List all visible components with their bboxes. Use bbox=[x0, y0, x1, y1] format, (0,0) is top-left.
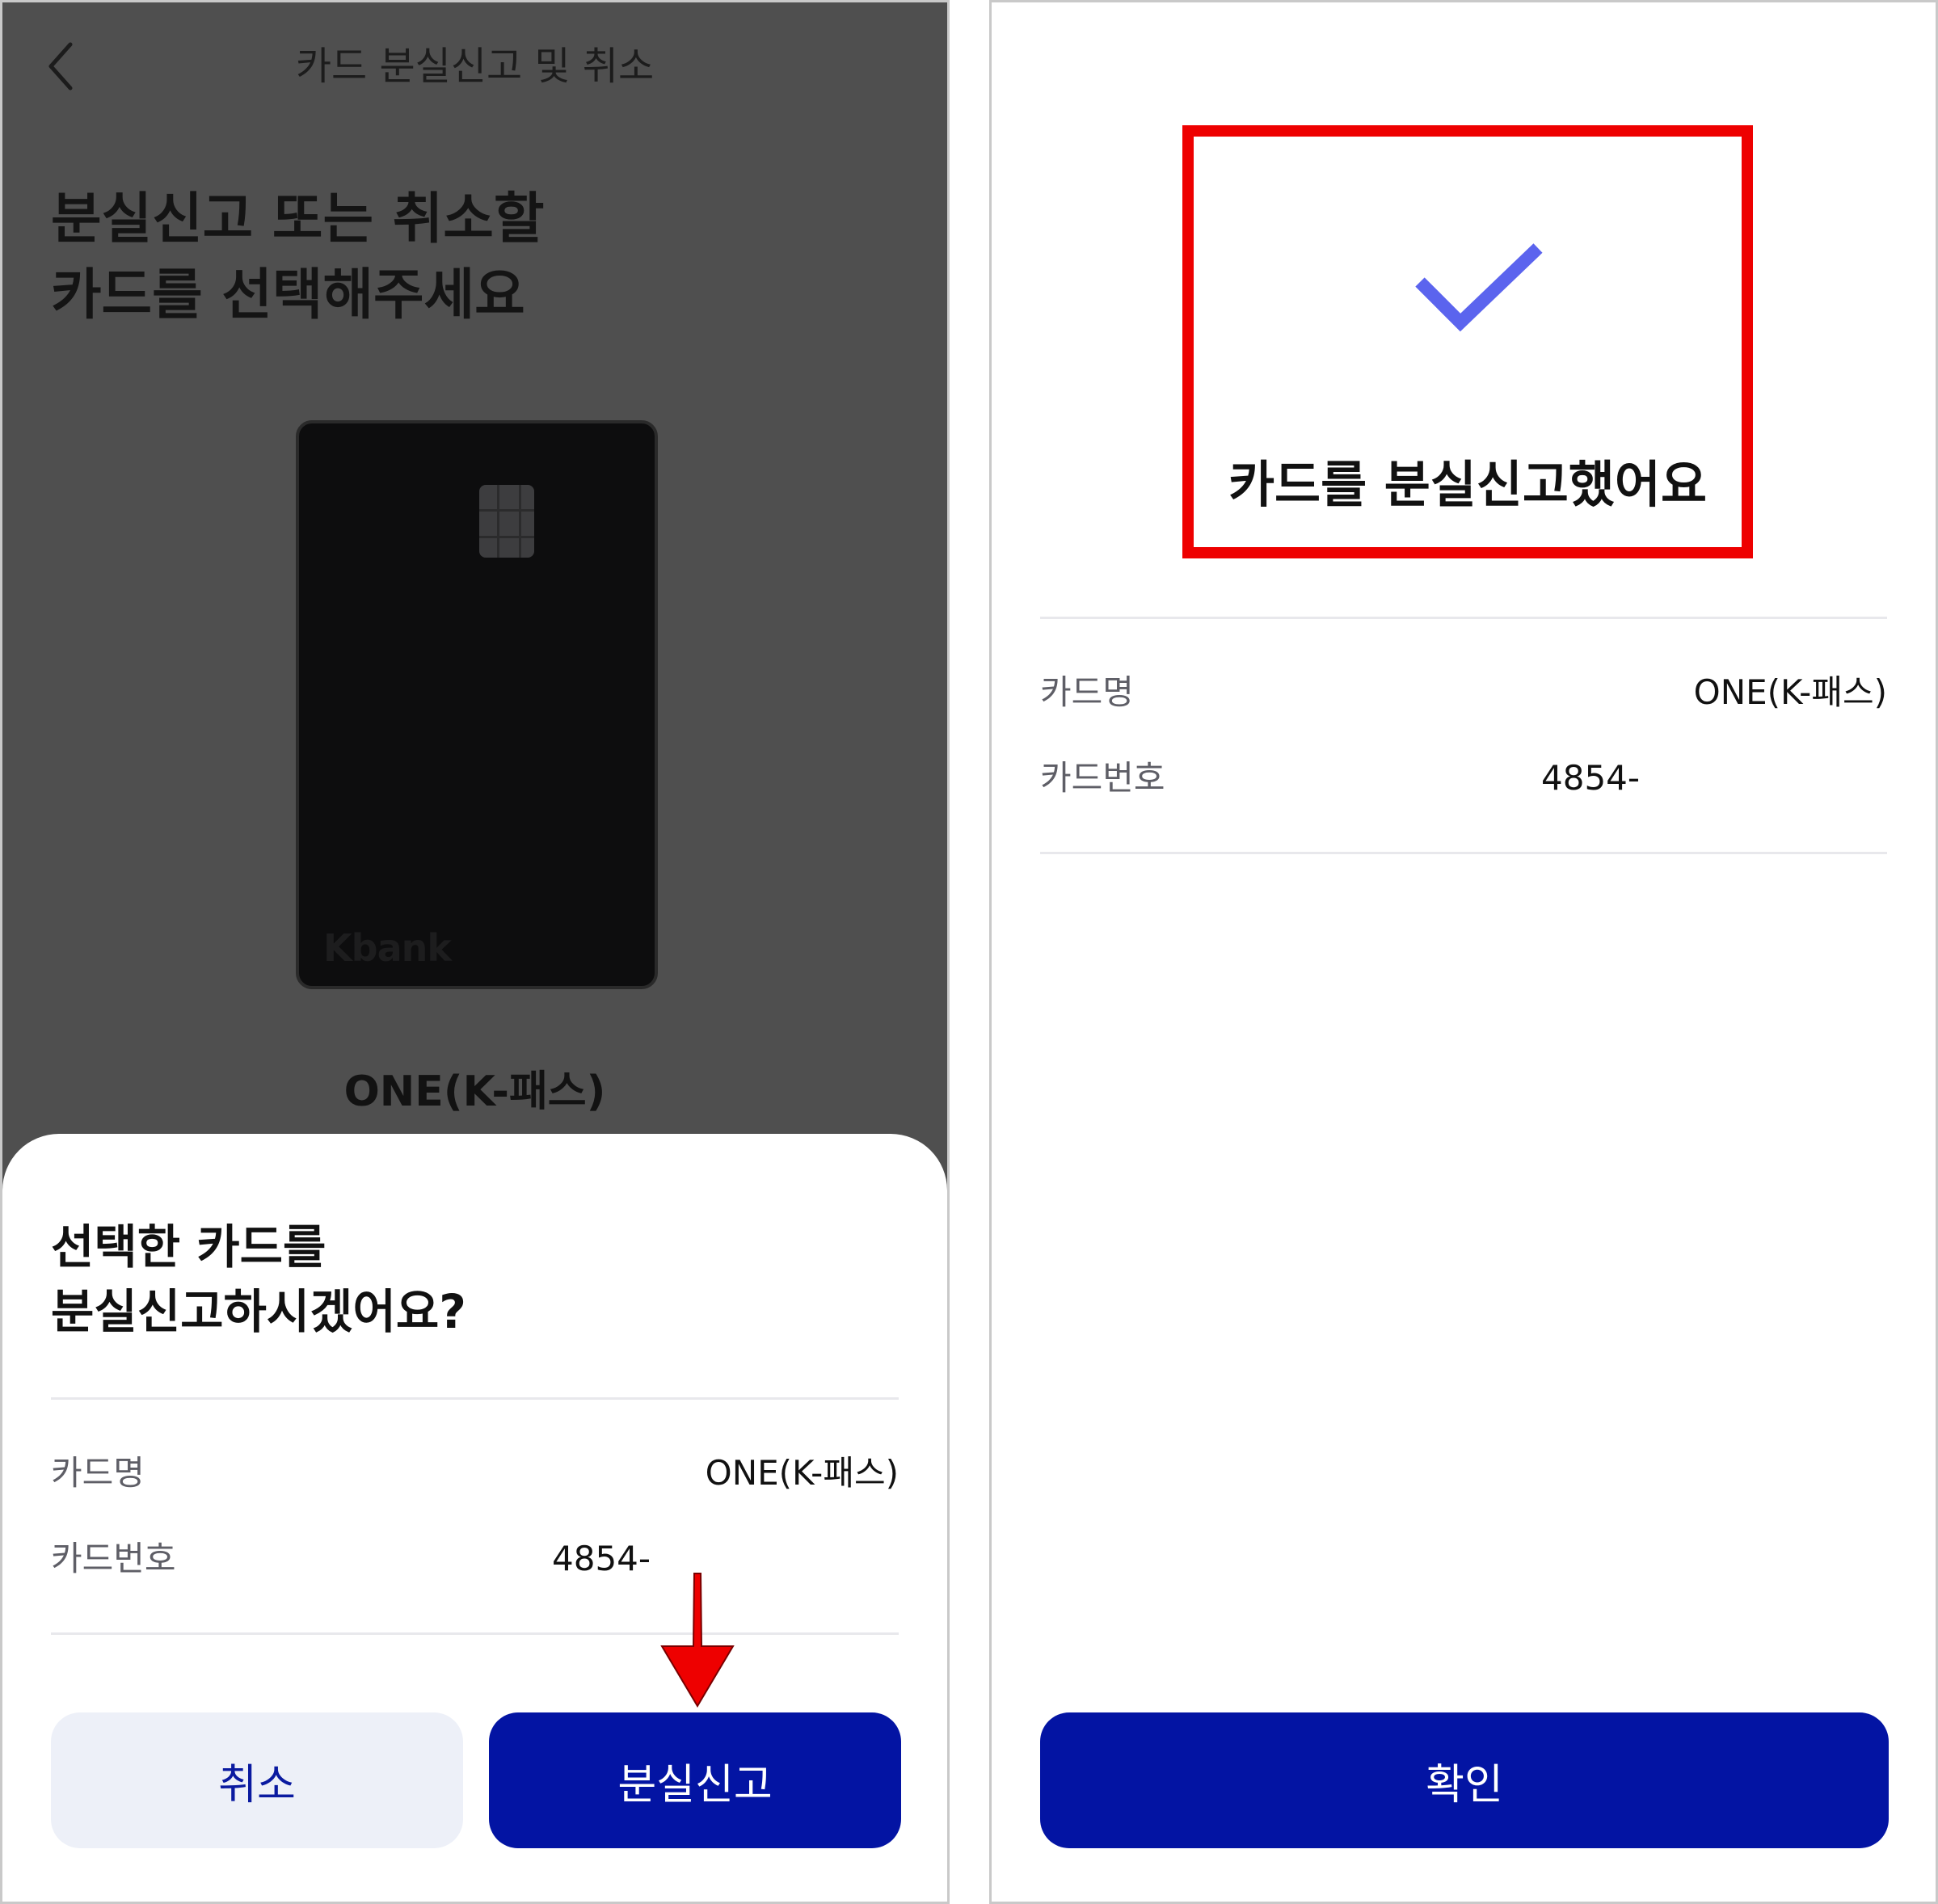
divider-bottom bbox=[1040, 852, 1887, 854]
report-lost-button[interactable]: 분실신고 bbox=[489, 1712, 901, 1848]
info-row-card-name: 카드명 ONE(K-패스) bbox=[51, 1449, 899, 1498]
confirm-button[interactable]: 확인 bbox=[1040, 1712, 1889, 1848]
info-value: 4854- bbox=[1541, 758, 1641, 798]
cancel-button[interactable]: 취소 bbox=[51, 1712, 463, 1848]
down-arrow-icon bbox=[660, 1573, 735, 1708]
headline-line-1: 분실신고 또는 취소할 bbox=[51, 187, 545, 251]
highlight-box: 카드를 분실신고했어요 bbox=[1182, 125, 1753, 558]
info-row-card-number: 카드번호 4854- bbox=[1040, 754, 1887, 802]
info-label: 카드명 bbox=[51, 1453, 145, 1493]
card-chip-icon bbox=[479, 485, 534, 558]
info-label: 카드번호 bbox=[51, 1539, 176, 1578]
sheet-title: 선택한 카드를 분실신고하시겠어요? bbox=[51, 1215, 466, 1344]
checkmark-icon bbox=[1415, 243, 1543, 332]
card-name: ONE(K-패스) bbox=[343, 1068, 606, 1116]
completion-title: 카드를 분실신고했어요 bbox=[1228, 455, 1707, 514]
info-value: 4854- bbox=[552, 1539, 651, 1578]
info-value: ONE(K-패스) bbox=[705, 1453, 899, 1493]
sheet-title-line-2: 분실신고하시겠어요? bbox=[51, 1284, 466, 1339]
divider-bottom bbox=[51, 1632, 899, 1635]
info-label: 카드명 bbox=[1040, 672, 1134, 712]
headline: 분실신고 또는 취소할 카드를 선택해주세요 bbox=[51, 182, 544, 334]
divider-top bbox=[51, 1397, 899, 1400]
divider-top bbox=[1040, 617, 1887, 619]
page-title: 카드 분실신고 및 취소 bbox=[295, 44, 655, 89]
right-screen: 카드를 분실신고했어요 카드명 ONE(K-패스) 카드번호 4854- 확인 bbox=[989, 0, 1938, 1904]
info-row-card-name: 카드명 ONE(K-패스) bbox=[1040, 668, 1887, 717]
headline-line-2: 카드를 선택해주세요 bbox=[51, 263, 525, 327]
card-brand-logo: Kbank bbox=[323, 926, 452, 970]
info-row-card-number: 카드번호 4854- bbox=[51, 1535, 899, 1583]
sheet-title-line-1: 선택한 카드를 bbox=[51, 1219, 327, 1274]
info-label: 카드번호 bbox=[1040, 758, 1165, 798]
card-image[interactable]: Kbank bbox=[296, 420, 658, 989]
left-screen: 카드 분실신고 및 취소 분실신고 또는 취소할 카드를 선택해주세요 Kban… bbox=[0, 0, 950, 1904]
info-value: ONE(K-패스) bbox=[1693, 672, 1887, 712]
